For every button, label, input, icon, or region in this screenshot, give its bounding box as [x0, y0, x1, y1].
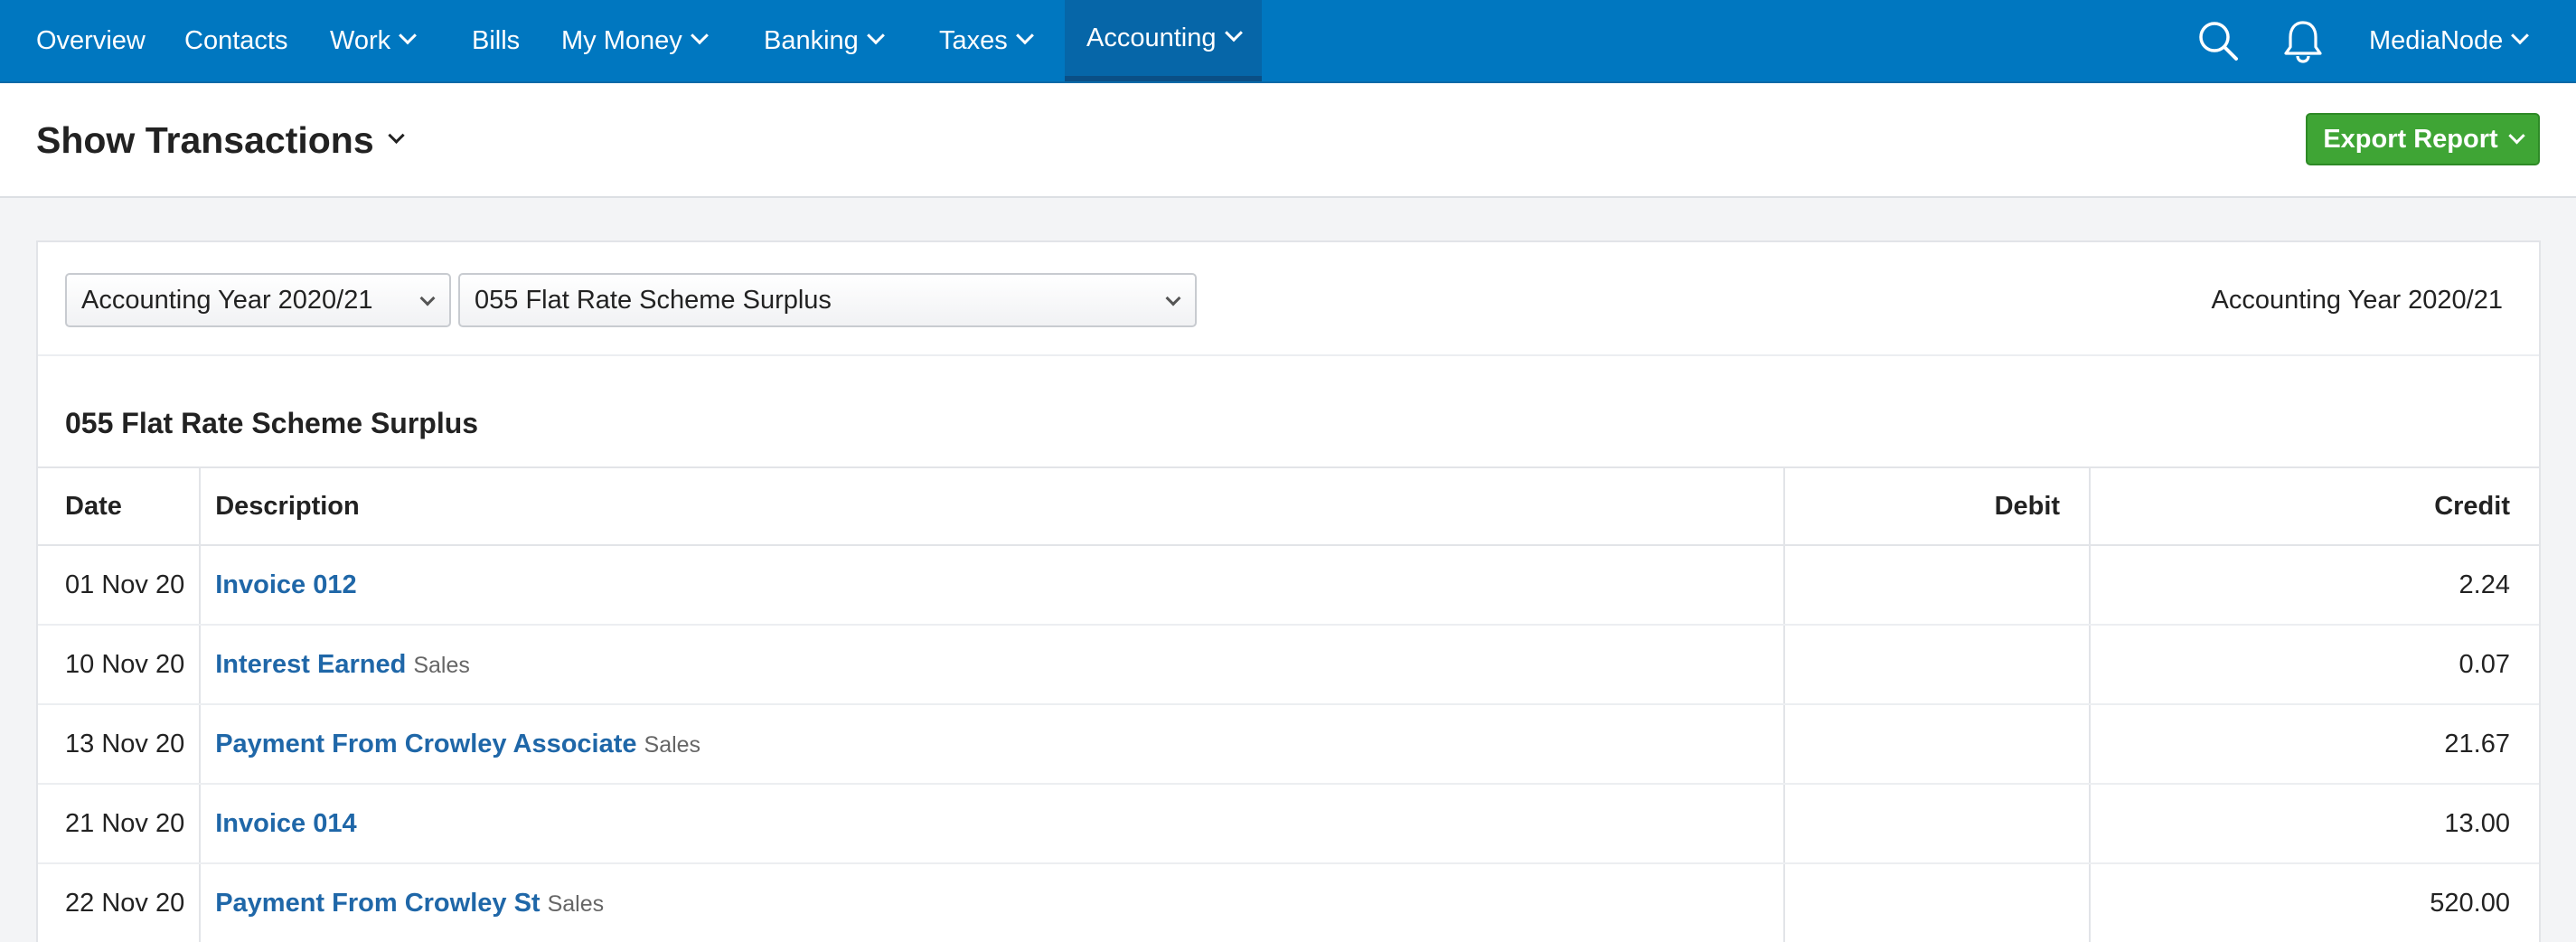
page-title[interactable]: Show Transactions: [36, 119, 405, 162]
row-tag: Sales: [547, 890, 605, 917]
column-header-date: Date: [38, 466, 201, 546]
page-header: Show Transactions Export Report: [0, 83, 2576, 198]
nav-overview-label: Overview: [36, 25, 146, 55]
chevron-down-icon: [866, 26, 885, 45]
transaction-link[interactable]: Payment From Crowley St: [215, 889, 540, 918]
period-select-value: Accounting Year 2020/21: [81, 285, 373, 315]
row-date: 01 Nov 20: [38, 545, 201, 626]
row-tag: Sales: [644, 731, 701, 758]
nav-taxes[interactable]: Taxes: [939, 0, 1034, 81]
row-credit: 2.24: [2089, 545, 2539, 626]
chevron-down-icon: [690, 26, 709, 45]
account-title: 055 Flat Rate Scheme Surplus: [65, 407, 479, 439]
chevron-down-icon: [2507, 127, 2525, 144]
nav-work-label: Work: [330, 25, 391, 55]
transaction-link[interactable]: Invoice 012: [215, 570, 356, 599]
nav-bills[interactable]: Bills: [472, 0, 520, 81]
top-nav: Overview Contacts Work Bills My Money Ba…: [0, 0, 2576, 83]
export-report-label: Export Report: [2323, 124, 2498, 154]
row-date: 13 Nov 20: [38, 704, 201, 785]
nav-my-money-label: My Money: [561, 25, 682, 55]
nav-my-money[interactable]: My Money: [561, 0, 709, 81]
row-debit: [1782, 625, 2091, 705]
table-header-row: Date Description Debit Credit: [38, 466, 2539, 546]
chevron-down-icon: [2511, 26, 2530, 45]
chevron-down-icon: [387, 127, 405, 145]
row-description: Invoice 014: [199, 784, 1784, 864]
period-label: Accounting Year 2020/21: [2211, 286, 2504, 315]
row-description: Interest Earned Sales: [199, 625, 1784, 705]
nav-accounting[interactable]: Accounting: [1065, 0, 1262, 81]
row-credit: 21.67: [2089, 704, 2539, 785]
row-debit: [1782, 784, 2091, 864]
table-row: 22 Nov 20 Payment From Crowley St Sales 5…: [38, 863, 2539, 942]
row-debit: [1782, 545, 2091, 626]
nav-banking-label: Banking: [764, 25, 859, 55]
export-report-button[interactable]: Export Report: [2306, 113, 2540, 165]
row-date: 10 Nov 20: [38, 625, 201, 705]
table-row: 13 Nov 20 Payment From Crowley Associate…: [38, 704, 2539, 785]
page-title-label: Show Transactions: [36, 119, 374, 161]
row-description: Invoice 012: [199, 545, 1784, 626]
account-name: MediaNode: [2369, 25, 2504, 55]
transactions-table: Date Description Debit Credit 01 Nov 20 …: [38, 466, 2539, 942]
table-row: 01 Nov 20 Invoice 012 2.24: [38, 545, 2539, 626]
row-credit: 520.00: [2089, 863, 2539, 942]
nav-overview[interactable]: Overview: [36, 0, 146, 81]
chevron-down-icon: [1015, 26, 1034, 45]
nav-banking[interactable]: Banking: [764, 0, 885, 81]
nav-taxes-label: Taxes: [939, 25, 1008, 55]
account-select-value: 055 Flat Rate Scheme Surplus: [475, 285, 832, 315]
column-header-debit: Debit: [1782, 466, 2091, 546]
bell-icon[interactable]: [2282, 0, 2324, 81]
filters-bar: Accounting Year 2020/21 055 Flat Rate Sc…: [38, 242, 2539, 356]
row-credit: 0.07: [2089, 625, 2539, 705]
chevron-down-icon: [1224, 24, 1243, 42]
row-debit: [1782, 863, 2091, 942]
table-row: 21 Nov 20 Invoice 014 13.00: [38, 784, 2539, 864]
nav-accounting-label: Accounting: [1086, 23, 1217, 52]
nav-contacts-label: Contacts: [184, 25, 288, 55]
chevron-down-icon: [1165, 290, 1181, 306]
account-menu[interactable]: MediaNode: [2369, 0, 2530, 81]
row-date: 22 Nov 20: [38, 863, 201, 942]
nav-contacts[interactable]: Contacts: [184, 0, 287, 81]
transaction-link[interactable]: Interest Earned: [215, 650, 406, 679]
account-select[interactable]: 055 Flat Rate Scheme Surplus: [458, 273, 1197, 327]
row-date: 21 Nov 20: [38, 784, 201, 864]
column-header-credit: Credit: [2089, 466, 2539, 546]
row-credit: 13.00: [2089, 784, 2539, 864]
transaction-link[interactable]: Payment From Crowley Associate: [215, 730, 636, 758]
period-select[interactable]: Accounting Year 2020/21: [65, 273, 451, 327]
row-description: Payment From Crowley Associate Sales: [199, 704, 1784, 785]
column-header-description: Description: [199, 466, 1784, 546]
table-row: 10 Nov 20 Interest Earned Sales 0.07: [38, 625, 2539, 705]
nav-bills-label: Bills: [472, 25, 521, 55]
report-card: Accounting Year 2020/21 055 Flat Rate Sc…: [36, 240, 2541, 942]
row-debit: [1782, 704, 2091, 785]
row-tag: Sales: [413, 652, 470, 678]
chevron-down-icon: [419, 290, 436, 306]
row-description: Payment From Crowley St Sales: [199, 863, 1784, 942]
nav-work[interactable]: Work: [330, 0, 418, 81]
transaction-link[interactable]: Invoice 014: [215, 809, 356, 838]
search-icon[interactable]: [2196, 0, 2240, 81]
chevron-down-icon: [399, 26, 418, 45]
